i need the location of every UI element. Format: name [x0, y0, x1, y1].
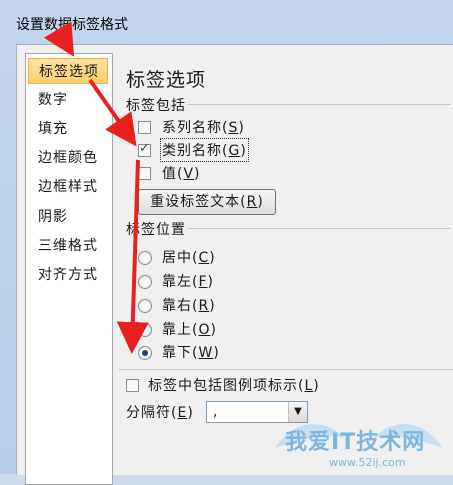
dialog-window: 设置数据标签格式 标签选项 数字 填充 边框颜色 边框样式 阴影 三维格式 对齐…: [0, 0, 453, 485]
watermark-logo: 我爱IT技术网 www.52ij.com: [265, 408, 453, 474]
annotation-arrow-1: [43, 21, 75, 57]
annotation-overlay: [43, 21, 149, 354]
watermark-url: www.52ij.com: [329, 456, 406, 469]
annotation-arrow-3: [116, 159, 149, 354]
watermark-text: 我爱IT技术网: [285, 430, 426, 455]
annotation-arrow-2: [88, 78, 137, 147]
